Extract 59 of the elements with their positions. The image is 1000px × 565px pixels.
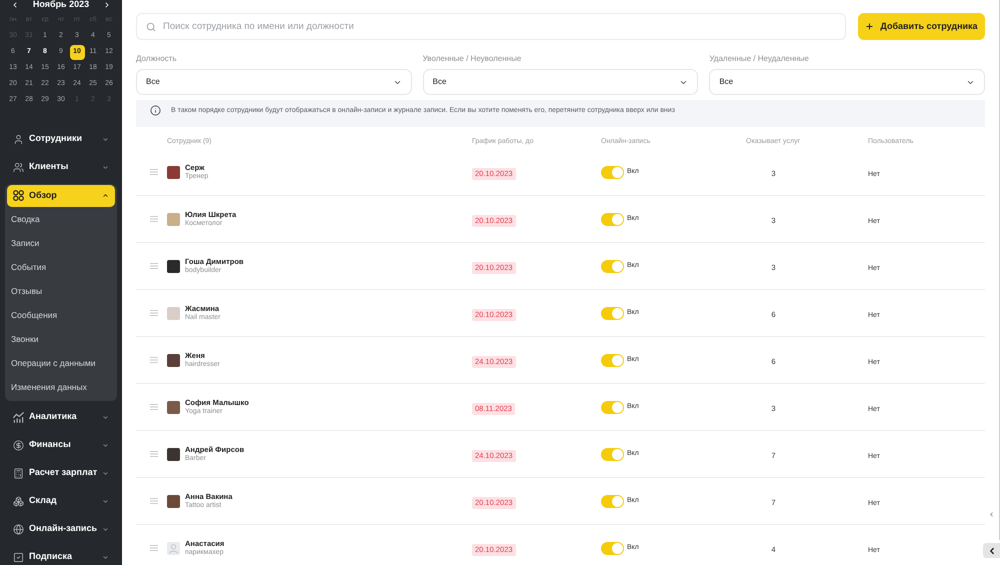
add-employee-button[interactable]: Добавить сотрудника bbox=[858, 13, 985, 40]
toggle-switch[interactable] bbox=[601, 166, 624, 178]
toggle-switch[interactable] bbox=[601, 494, 624, 508]
dollar-circle-icon bbox=[13, 440, 24, 450]
submenu-item[interactable]: Сводка bbox=[7, 206, 115, 230]
chart-icon bbox=[13, 412, 24, 422]
toggle-switch[interactable] bbox=[601, 542, 624, 554]
calculator-icon bbox=[13, 468, 24, 478]
sidebar-menu-item[interactable]: Обзор bbox=[7, 184, 115, 206]
drag-handle-icon[interactable] bbox=[150, 169, 158, 175]
plus-icon bbox=[865, 22, 874, 31]
circles-grid-icon bbox=[13, 190, 24, 201]
submenu-item[interactable]: Изменения данных bbox=[7, 374, 115, 398]
collapse-panel-button[interactable] bbox=[983, 543, 1000, 558]
search-icon bbox=[146, 22, 156, 32]
toggle-switch[interactable] bbox=[601, 448, 624, 460]
submenu-item[interactable]: Записи bbox=[7, 230, 115, 254]
dropdown[interactable]: Все bbox=[136, 69, 412, 95]
submenu-item[interactable]: Сообщения bbox=[7, 302, 115, 326]
chevron-left-icon[interactable] bbox=[11, 0, 19, 8]
sidebar-menu-item[interactable]: Склад bbox=[5, 487, 117, 515]
dropdown[interactable]: Все bbox=[422, 69, 698, 95]
sidebar-menu-item[interactable]: Финансы bbox=[5, 431, 117, 459]
sidebar-menu-item[interactable]: Расчет зарплат bbox=[5, 459, 117, 487]
sidebar-menu-item[interactable]: Онлайн-запись bbox=[5, 515, 117, 543]
submenu-item[interactable]: Звонки bbox=[7, 326, 115, 350]
users-icon bbox=[13, 162, 24, 172]
sidebar-menu-item[interactable]: Подписка bbox=[5, 543, 117, 565]
drag-handle-icon[interactable] bbox=[150, 310, 158, 316]
user-icon bbox=[13, 134, 24, 144]
drag-handle-icon[interactable] bbox=[150, 263, 158, 269]
sidebar-menu-item[interactable]: Аналитика bbox=[5, 403, 117, 431]
drag-handle-icon[interactable] bbox=[150, 498, 158, 504]
square-check-icon bbox=[13, 552, 24, 562]
drag-handle-icon[interactable] bbox=[150, 451, 158, 457]
drag-handle-icon[interactable] bbox=[150, 404, 158, 410]
dropdown[interactable]: Все bbox=[709, 69, 985, 95]
globe-icon bbox=[13, 524, 24, 534]
drag-handle-icon[interactable] bbox=[150, 216, 158, 222]
toggle-switch[interactable] bbox=[601, 354, 624, 366]
submenu-item[interactable]: Операции с данными bbox=[7, 350, 115, 374]
filter-label: Уволенные / Неуволенные bbox=[422, 54, 522, 64]
filter-label: Должность bbox=[136, 54, 178, 64]
boxes-icon bbox=[13, 496, 24, 506]
submenu-item[interactable]: Отзывы bbox=[7, 278, 115, 302]
calendar-month-title: Ноябрь 2023 bbox=[32, 0, 90, 9]
drag-handle-icon[interactable] bbox=[150, 545, 158, 551]
submenu-item[interactable]: События bbox=[7, 254, 115, 278]
sidebar-menu-item[interactable]: Сотрудники bbox=[5, 125, 117, 153]
chevron-right-icon[interactable] bbox=[103, 0, 111, 8]
drag-handle-icon[interactable] bbox=[150, 357, 158, 363]
toggle-switch[interactable] bbox=[601, 260, 624, 272]
toggle-switch[interactable] bbox=[601, 306, 624, 320]
filter-label: Удаленные / Неудаленные bbox=[709, 54, 810, 64]
search-field[interactable]: Поиск сотрудника по имени или должности bbox=[136, 13, 846, 40]
toggle-switch[interactable] bbox=[601, 212, 624, 226]
info-icon bbox=[150, 105, 161, 116]
sidebar-menu-item[interactable]: Клиенты bbox=[5, 153, 117, 181]
toggle-switch[interactable] bbox=[601, 400, 624, 414]
